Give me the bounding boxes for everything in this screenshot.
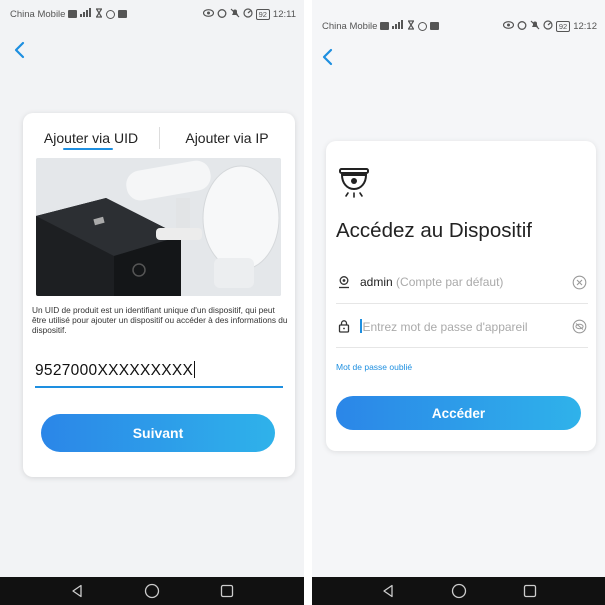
notification-icon bbox=[430, 22, 440, 30]
triangle-back-icon bbox=[72, 584, 82, 598]
triangle-back-icon bbox=[382, 584, 393, 598]
alarm-icon bbox=[217, 8, 227, 21]
next-button-label: Suivant bbox=[132, 425, 184, 441]
status-circle-icon bbox=[106, 9, 116, 19]
password-placeholder: Entrez mot de passe d'appareil bbox=[362, 319, 528, 334]
device-login-card: Accédez au Dispositif admin (Compte par … bbox=[326, 141, 596, 451]
tab-add-via-ip[interactable]: Ajouter via IP bbox=[159, 121, 295, 155]
text-caret bbox=[360, 318, 362, 333]
hourglass-icon bbox=[407, 19, 415, 33]
circle-home-icon bbox=[451, 583, 466, 599]
chevron-left-icon bbox=[14, 41, 25, 59]
field-divider bbox=[336, 303, 588, 304]
notification-icon bbox=[118, 10, 128, 18]
right-phone-screen: China Mobile 92 12:12 Accédez au Disposi… bbox=[312, 0, 605, 605]
status-time: 12:11 bbox=[272, 8, 296, 20]
battery-indicator: 92 bbox=[555, 20, 571, 32]
nav-back-button[interactable] bbox=[68, 582, 86, 600]
status-circle-icon bbox=[418, 21, 428, 31]
access-button-label: Accéder bbox=[431, 405, 486, 421]
carrier-name: China Mobile bbox=[10, 8, 66, 20]
nav-back-button[interactable] bbox=[379, 582, 397, 600]
back-button[interactable] bbox=[8, 38, 32, 62]
text-caret bbox=[194, 361, 196, 378]
lock-icon bbox=[336, 318, 352, 334]
speed-icon bbox=[543, 19, 553, 33]
clear-button[interactable] bbox=[570, 273, 588, 291]
speed-icon bbox=[242, 7, 253, 21]
uid-input-value: 9527000XXXXXXXXX bbox=[35, 362, 194, 379]
screen-divider bbox=[304, 0, 312, 605]
user-location-icon bbox=[336, 274, 352, 290]
account-value: admin bbox=[360, 275, 393, 289]
circle-home-icon bbox=[144, 583, 160, 599]
status-bar: China Mobile 92 12: bbox=[312, 16, 605, 36]
alarm-icon bbox=[517, 20, 527, 33]
system-nav-bar bbox=[0, 577, 304, 605]
carrier-name: China Mobile bbox=[322, 20, 378, 32]
mute-icon bbox=[530, 20, 540, 33]
add-device-card: Ajouter via UID Ajouter via IP Un UID de… bbox=[23, 113, 295, 477]
left-phone-screen: China Mobile 92 12:11 Ajouter via UID Aj… bbox=[0, 0, 304, 605]
signal-icon bbox=[392, 20, 404, 32]
dome-camera-icon bbox=[339, 168, 369, 198]
clear-circle-icon bbox=[572, 275, 586, 289]
password-field[interactable]: Entrez mot de passe d'appareil bbox=[336, 306, 588, 346]
active-tab-indicator bbox=[63, 148, 113, 150]
nav-home-button[interactable] bbox=[450, 582, 468, 600]
chevron-left-icon bbox=[322, 48, 333, 66]
uid-input-underline bbox=[35, 386, 283, 388]
product-photo bbox=[36, 158, 281, 296]
account-field[interactable]: admin (Compte par défaut) bbox=[336, 262, 588, 302]
hourglass-icon bbox=[95, 7, 103, 21]
forgot-password-link[interactable]: Mot de passe oublié bbox=[336, 362, 412, 372]
next-button[interactable]: Suivant bbox=[41, 414, 275, 452]
eye-icon bbox=[502, 20, 514, 32]
tab-add-via-uid-label: Ajouter via UID bbox=[43, 130, 139, 146]
nav-home-button[interactable] bbox=[143, 582, 161, 600]
page-title: Accédez au Dispositif bbox=[336, 219, 532, 242]
square-recents-icon bbox=[220, 584, 233, 598]
account-hint: (Compte par défaut) bbox=[396, 275, 504, 289]
signal-icon bbox=[80, 8, 92, 20]
nav-recents-button[interactable] bbox=[218, 582, 236, 600]
toggle-password-visibility[interactable] bbox=[570, 317, 588, 335]
tab-divider bbox=[159, 127, 160, 149]
mute-icon bbox=[230, 8, 240, 21]
uid-description: Un UID de produit est un identifiant uni… bbox=[32, 305, 288, 335]
status-bar: China Mobile 92 12: bbox=[0, 0, 304, 28]
square-recents-icon bbox=[523, 584, 536, 598]
sim-icon bbox=[68, 10, 78, 18]
status-time: 12:12 bbox=[573, 20, 597, 32]
battery-indicator: 92 bbox=[255, 8, 270, 20]
sim-icon bbox=[380, 22, 390, 30]
eye-off-icon bbox=[572, 319, 586, 333]
uid-input[interactable]: 9527000XXXXXXXXX bbox=[35, 361, 196, 380]
field-divider bbox=[336, 347, 588, 348]
access-button[interactable]: Accéder bbox=[336, 396, 581, 430]
back-button[interactable] bbox=[316, 45, 340, 69]
eye-icon bbox=[202, 8, 214, 20]
system-nav-bar bbox=[312, 577, 605, 605]
tab-add-via-ip-label: Ajouter via IP bbox=[185, 130, 269, 146]
nav-recents-button[interactable] bbox=[521, 582, 539, 600]
